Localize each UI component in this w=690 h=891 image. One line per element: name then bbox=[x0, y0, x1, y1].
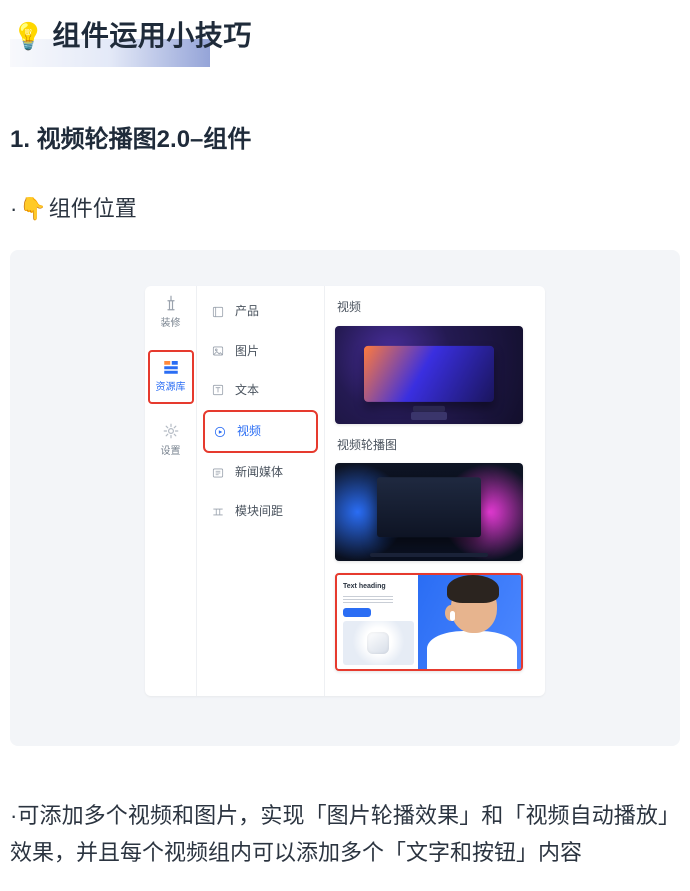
editor-panel: 装修 资源库 设置 bbox=[145, 286, 545, 696]
menu-label-news: 新闻媒体 bbox=[235, 463, 283, 482]
person-graphic bbox=[418, 575, 521, 669]
section-heading: 1. 视频轮播图2.0–组件 bbox=[10, 121, 680, 159]
menu-item-product[interactable]: 产品 bbox=[203, 292, 318, 331]
gear-icon bbox=[162, 422, 180, 440]
editor-screenshot: 装修 资源库 设置 bbox=[10, 250, 680, 746]
split-left: Text heading bbox=[337, 575, 418, 669]
split-card-title: Text heading bbox=[343, 581, 414, 592]
lightbulb-icon: 💡 bbox=[12, 16, 44, 58]
component-location-line: · 👇 组件位置 bbox=[10, 191, 680, 226]
preview-heading-video: 视频 bbox=[337, 298, 535, 317]
menu-item-image[interactable]: 图片 bbox=[203, 332, 318, 371]
image-icon bbox=[211, 344, 225, 358]
spacing-icon bbox=[211, 505, 225, 519]
decorate-icon bbox=[162, 294, 180, 312]
menu-item-text[interactable]: 文本 bbox=[203, 371, 318, 410]
rail-item-decorate[interactable]: 装修 bbox=[161, 294, 181, 332]
earbud-icon bbox=[450, 611, 455, 621]
left-rail: 装修 资源库 设置 bbox=[145, 286, 197, 696]
video-icon bbox=[213, 425, 227, 439]
point-down-icon: 👇 bbox=[19, 191, 46, 226]
split-cta-button bbox=[343, 608, 371, 617]
rail-label-settings: 设置 bbox=[161, 444, 181, 460]
library-icon bbox=[162, 358, 180, 376]
menu-label-text: 文本 bbox=[235, 381, 259, 400]
tv-stand-graphic bbox=[370, 553, 488, 557]
menu-item-video[interactable]: 视频 bbox=[203, 410, 318, 453]
component-menu: 产品 图片 文本 视频 新闻媒体 bbox=[197, 286, 325, 696]
split-product-mini bbox=[343, 621, 414, 665]
split-right bbox=[418, 575, 521, 669]
menu-item-news[interactable]: 新闻媒体 bbox=[203, 453, 318, 492]
preview-column: 视频 视频轮播图 Text heading bbox=[325, 286, 545, 696]
bullet-dot: · bbox=[10, 191, 17, 226]
feature-bullet: ·可添加多个视频和图片，实现「图片轮播效果」和「视频自动播放」效果，并且每个视频… bbox=[10, 798, 680, 871]
news-icon bbox=[211, 466, 225, 480]
tv-graphic bbox=[377, 477, 481, 537]
menu-label-spacing: 模块间距 bbox=[235, 502, 283, 521]
preview-thumb-carousel-split[interactable]: Text heading bbox=[335, 573, 523, 671]
menu-label-video: 视频 bbox=[237, 422, 261, 441]
menu-label-image: 图片 bbox=[235, 342, 259, 361]
product-icon bbox=[211, 305, 225, 319]
rail-label-library: 资源库 bbox=[156, 380, 186, 396]
text-icon bbox=[211, 383, 225, 397]
page-title: 组件运用小技巧 bbox=[52, 14, 252, 59]
feature-bullet-text: 可添加多个视频和图片，实现「图片轮播效果」和「视频自动播放」效果，并且每个视频组… bbox=[10, 803, 680, 864]
page-title-block: 💡 组件运用小技巧 bbox=[10, 10, 262, 63]
preview-thumb-video[interactable] bbox=[335, 326, 523, 424]
preview-thumb-carousel-dark[interactable] bbox=[335, 463, 523, 561]
preview-heading-carousel: 视频轮播图 bbox=[337, 436, 535, 455]
monitor-graphic bbox=[364, 345, 494, 401]
menu-item-spacing[interactable]: 模块间距 bbox=[203, 492, 318, 531]
rail-item-library[interactable]: 资源库 bbox=[148, 350, 194, 404]
split-card-lines bbox=[343, 596, 393, 604]
keyboard-graphic bbox=[411, 412, 447, 420]
rail-item-settings[interactable]: 设置 bbox=[161, 422, 181, 460]
menu-label-product: 产品 bbox=[235, 302, 259, 321]
component-location-label: 组件位置 bbox=[49, 191, 137, 226]
rail-label-decorate: 装修 bbox=[161, 316, 181, 332]
